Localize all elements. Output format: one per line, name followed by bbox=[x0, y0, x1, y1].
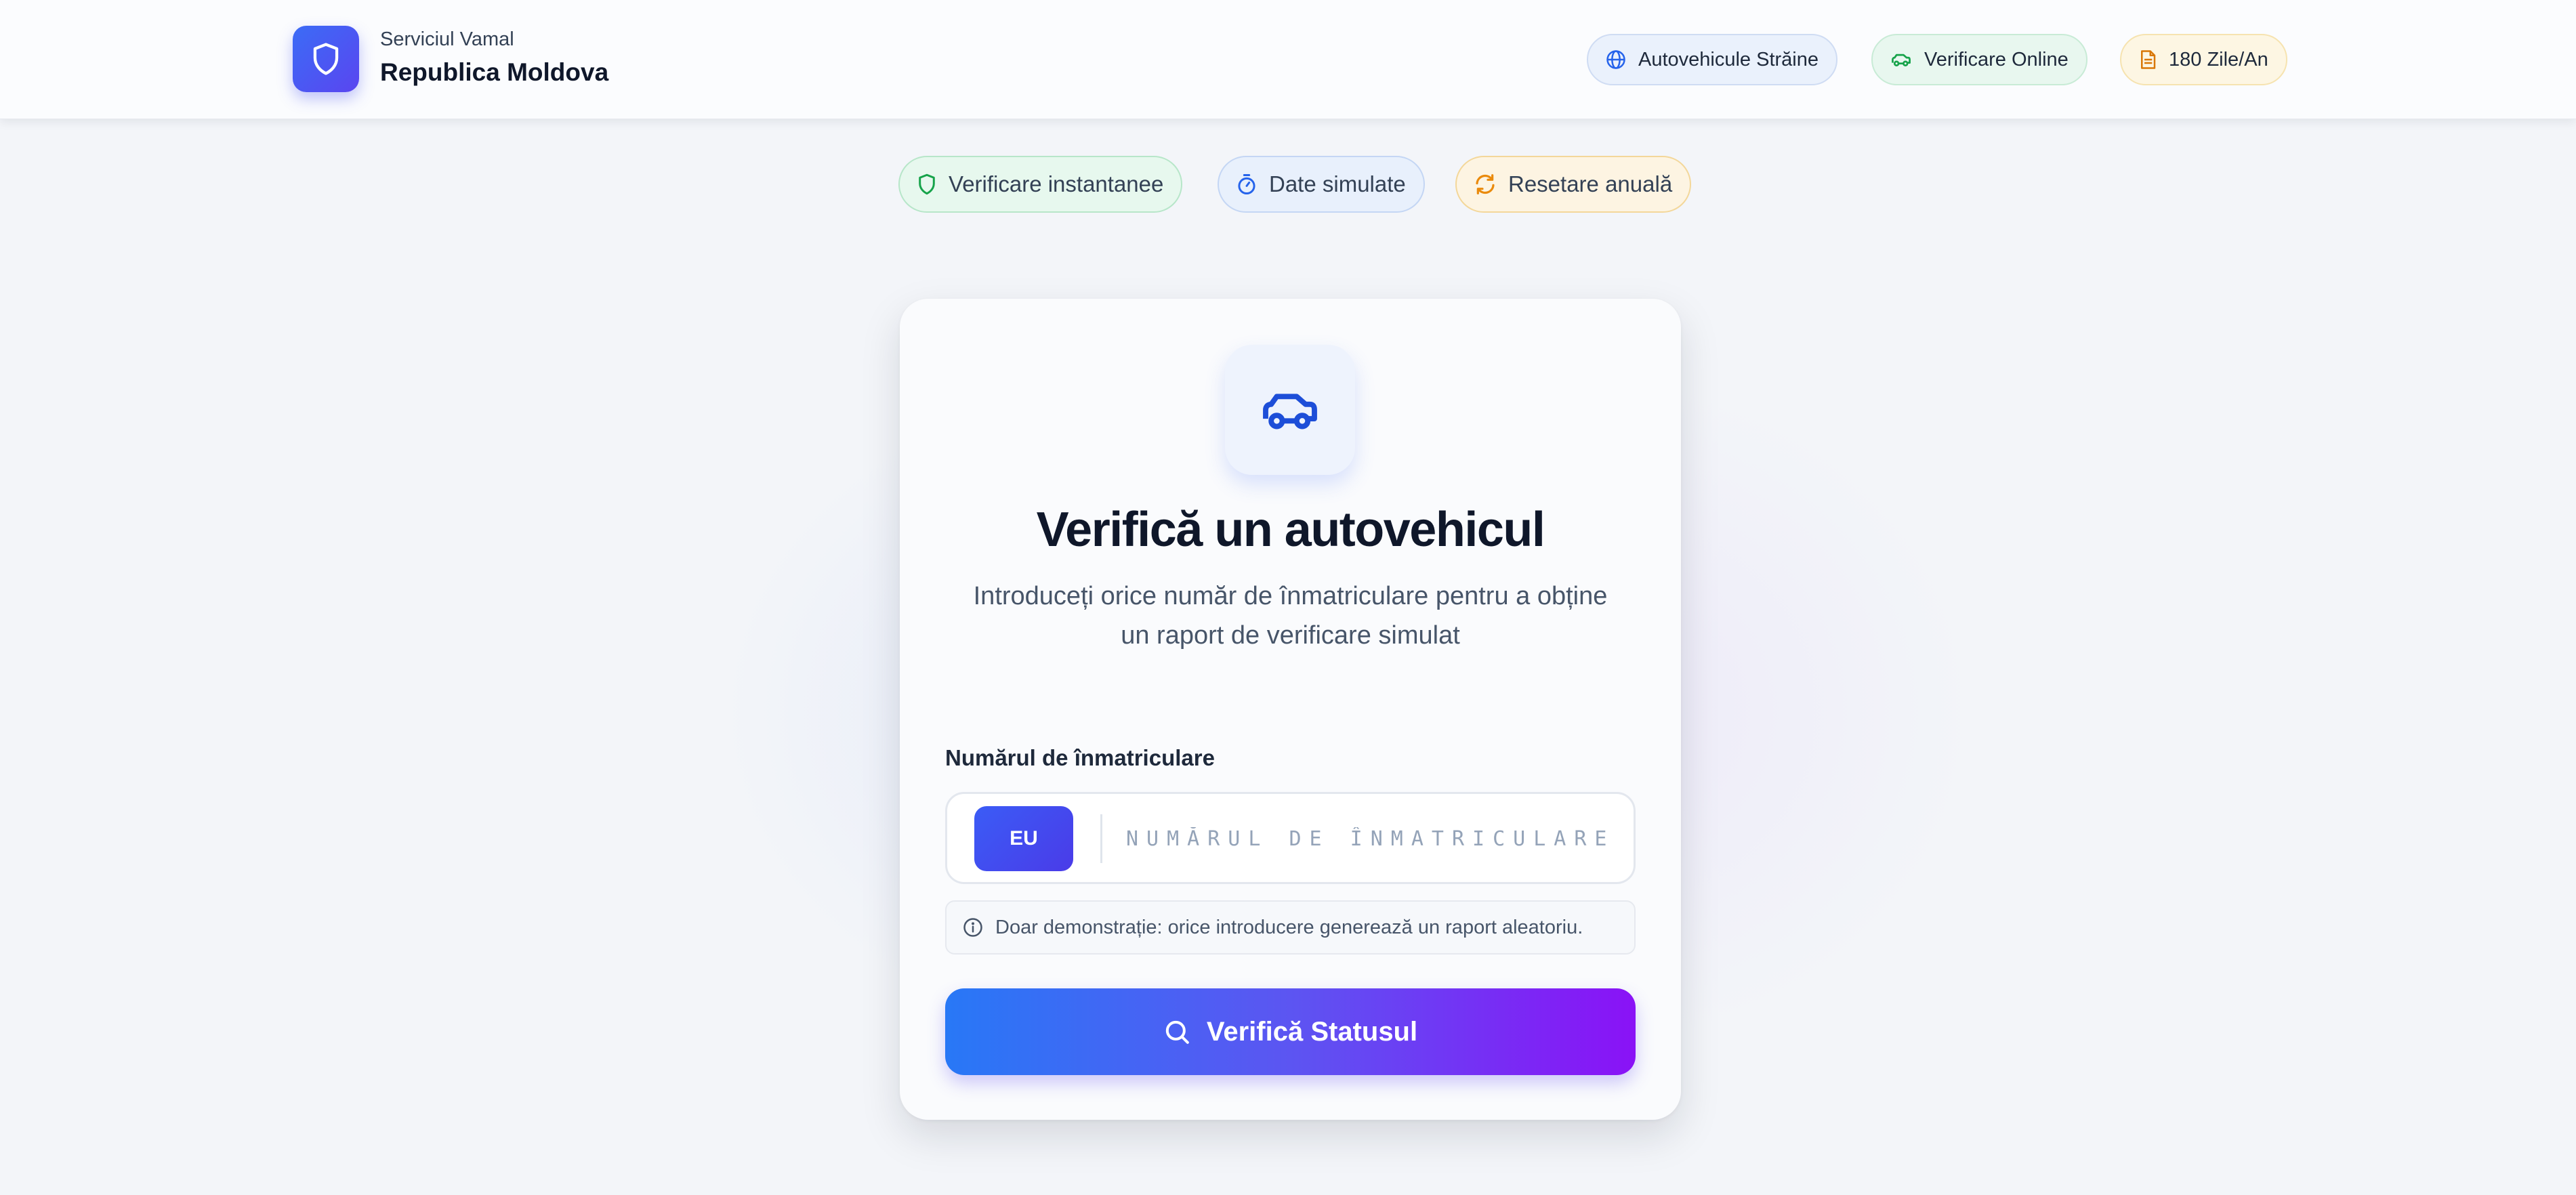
search-icon bbox=[1165, 1020, 1189, 1044]
demo-note: Doar demonstrație: orice introducere gen… bbox=[945, 900, 1636, 955]
input-divider bbox=[1100, 814, 1102, 863]
shield-icon bbox=[919, 173, 935, 195]
feature-label: Verificare instantanee bbox=[949, 171, 1164, 196]
pill-online-check: Verificare Online bbox=[1871, 34, 2087, 85]
brand-subtitle: Serviciul Vamal bbox=[380, 28, 514, 50]
vehicle-check-card: Verifică un autovehicul Introduceți oric… bbox=[900, 299, 1681, 1120]
pill-days-per-year: 180 Zile/An bbox=[2120, 34, 2287, 85]
card-icon-tile bbox=[1225, 345, 1355, 475]
feature-annual-reset: Resetare anuală bbox=[1455, 156, 1692, 213]
timer-icon bbox=[1238, 173, 1255, 195]
refresh-icon bbox=[1476, 174, 1495, 194]
pill-label: 180 Zile/An bbox=[2169, 48, 2268, 70]
plate-input-group[interactable]: EU bbox=[945, 792, 1636, 884]
card-title: Verifică un autovehicul bbox=[1036, 503, 1545, 557]
info-icon bbox=[963, 918, 982, 937]
car-icon bbox=[1892, 54, 1911, 66]
check-status-label: Verifică Statusul bbox=[1206, 1016, 1418, 1047]
shield-icon bbox=[313, 43, 339, 75]
globe-icon bbox=[1606, 50, 1625, 69]
pill-label: Autovehicule Străine bbox=[1638, 48, 1819, 70]
pill-foreign-vehicles: Autovehicule Străine bbox=[1587, 34, 1837, 85]
demo-note-text: Doar demonstrație: orice introducere gen… bbox=[995, 916, 1583, 938]
top-header: Serviciul Vamal Republica Moldova Autove… bbox=[0, 0, 2576, 119]
plate-number-input[interactable] bbox=[1126, 814, 1614, 863]
document-icon bbox=[2141, 50, 2156, 69]
feature-simulated-data: Date simulate bbox=[1218, 156, 1425, 213]
card-description: Introduceți orice număr de înmatriculare… bbox=[973, 582, 1608, 650]
car-icon bbox=[1263, 394, 1317, 429]
pill-label: Verificare Online bbox=[1924, 48, 2069, 70]
plate-field-label: Numărul de înmatriculare bbox=[945, 745, 1215, 770]
feature-instant-check: Verificare instantanee bbox=[898, 156, 1183, 213]
eu-badge: EU bbox=[974, 806, 1073, 871]
feature-label: Date simulate bbox=[1269, 171, 1406, 196]
check-status-button[interactable]: Verifică Statusul bbox=[945, 988, 1636, 1075]
brand-title: Republica Moldova bbox=[380, 58, 609, 86]
brand-logo[interactable] bbox=[293, 26, 359, 92]
feature-label: Resetare anuală bbox=[1508, 171, 1673, 196]
